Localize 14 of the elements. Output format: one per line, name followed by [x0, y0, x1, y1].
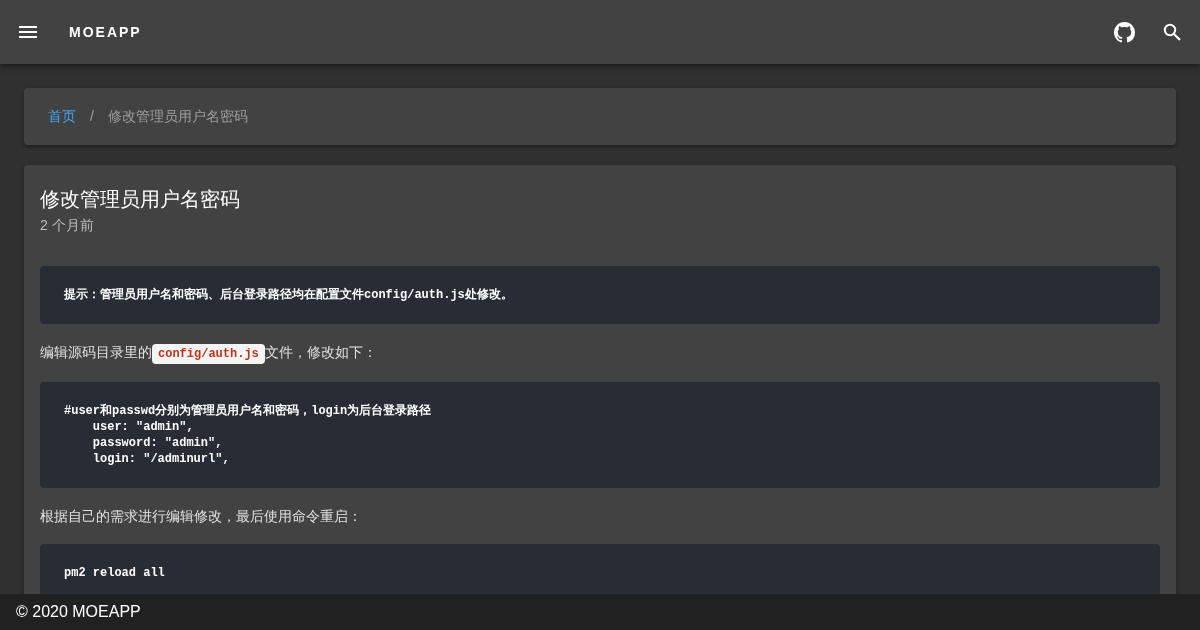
breadcrumb-link[interactable]: 首页	[48, 106, 76, 127]
app-title: MOEAPP	[69, 22, 142, 42]
footer-text: © 2020 MOEAPP	[16, 602, 141, 622]
code-block: #user和passwd分别为管理员用户名和密码，login为后台登录路径 user: "admin", password: "admin", login: "/adminurl",	[40, 382, 1160, 488]
paragraph: 编辑源码目录里的 config/auth.js 文件，修改如下：	[40, 340, 1160, 366]
article-date: 2 个月前	[40, 216, 95, 235]
paragraph: 根据自己的需求进行编辑修改，最后使用命令重启：	[40, 507, 363, 526]
breadcrumb-current: 修改管理员用户名密码	[107, 107, 248, 126]
inline-code: config/auth.js	[152, 344, 265, 364]
github-icon[interactable]	[1112, 20, 1136, 44]
article-title: 修改管理员用户名密码	[40, 187, 241, 212]
code-block: 提示：管理员用户名和密码、后台登录路径均在配置文件config/auth.js处修改。	[40, 266, 1160, 324]
code-block: pm2 reload all	[40, 544, 1160, 594]
breadcrumb-separator: /	[90, 107, 94, 126]
